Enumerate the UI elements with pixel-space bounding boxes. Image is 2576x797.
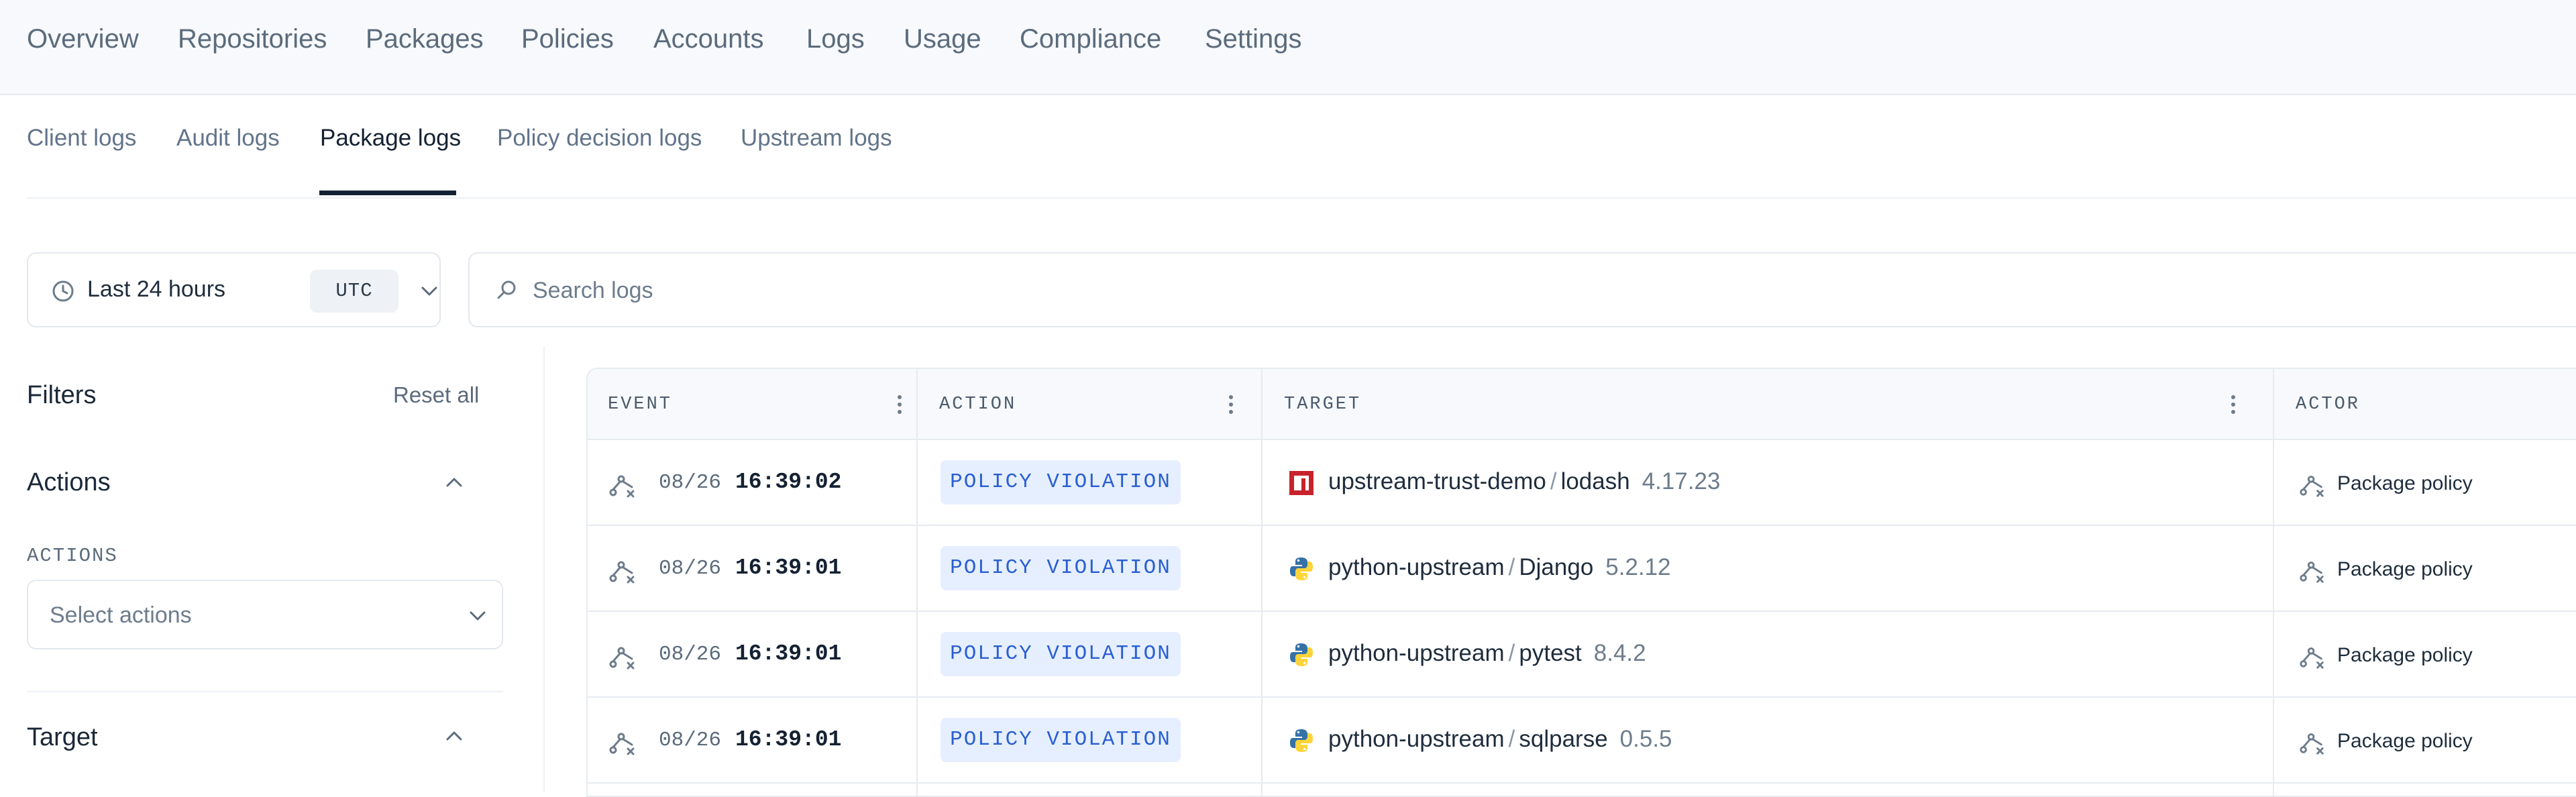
search-placeholder: Search logs [533, 278, 653, 303]
nav-item-usage[interactable]: Usage [904, 24, 981, 54]
column-header-label: ACTOR [2296, 394, 2361, 415]
target-version: 5.2.12 [1605, 554, 1671, 580]
event-time: 16:39:01 [735, 555, 842, 580]
target-repo: python-upstream [1328, 640, 1505, 666]
action-badge: POLICY VIOLATION [941, 632, 1181, 676]
column-header-label: TARGET [1284, 394, 1362, 415]
target-repo: python-upstream [1328, 726, 1505, 752]
kebab-menu-icon[interactable] [896, 394, 903, 415]
nav-item-settings[interactable]: Settings [1205, 24, 1302, 54]
chevron-up-icon[interactable] [443, 725, 466, 747]
event-date: 08/26 [659, 729, 722, 752]
target-package: sqlparse [1519, 726, 1608, 752]
actions-select-placeholder: Select actions [50, 602, 192, 628]
nav-item-packages[interactable]: Packages [366, 24, 484, 54]
table-row[interactable]: 08/26 16:39:02 POLICY VIOLATION upstream… [588, 440, 2576, 526]
target-version: 4.17.23 [1642, 468, 1721, 494]
actor-label: Package policy [2337, 472, 2473, 494]
target-version: 0.5.5 [1619, 726, 1672, 752]
policy-event-icon [609, 647, 635, 670]
python-icon [1290, 729, 1313, 752]
target-repo: python-upstream [1328, 554, 1505, 580]
active-tab-indicator [319, 191, 456, 195]
actor-label: Package policy [2337, 730, 2473, 752]
target-version: 8.4.2 [1593, 640, 1646, 666]
event-time: 16:39:01 [735, 727, 842, 752]
tab-audit-logs[interactable]: Audit logs [176, 125, 280, 152]
target-repo: upstream-trust-demo [1328, 468, 1546, 494]
target-section-toggle[interactable]: Target [27, 723, 98, 752]
action-badge: POLICY VIOLATION [941, 718, 1181, 762]
event-date: 08/26 [659, 643, 722, 666]
event-time: 16:39:02 [735, 470, 842, 494]
target-package: pytest [1519, 640, 1582, 666]
table-row[interactable]: 08/26 16:39:01 POLICY VIOLATION python-u… [588, 698, 2576, 784]
nav-item-policies[interactable]: Policies [521, 24, 614, 54]
nav-item-accounts[interactable]: Accounts [653, 24, 764, 54]
python-icon [1290, 557, 1313, 580]
nav-item-logs[interactable]: Logs [806, 24, 865, 54]
tab-package-logs[interactable]: Package logs [320, 125, 461, 152]
policy-event-icon [609, 561, 635, 584]
column-header-target[interactable]: TARGET [1284, 369, 2237, 440]
target-link[interactable]: python-upstream / Django 5.2.12 [1328, 554, 1671, 581]
column-header-label: ACTION [939, 394, 1017, 415]
target-link[interactable]: python-upstream / sqlparse 0.5.5 [1328, 726, 1672, 753]
filters-title: Filters [27, 381, 97, 409]
python-icon [1290, 643, 1313, 666]
actions-select[interactable]: Select actions [27, 580, 503, 649]
clock-icon [52, 280, 74, 302]
table-header: EVENT ACTION TARGET ACTOR [588, 369, 2576, 440]
reset-all-button[interactable]: Reset all [393, 382, 479, 408]
event-date: 08/26 [659, 471, 722, 494]
policy-icon [2300, 562, 2324, 583]
actor-label: Package policy [2337, 644, 2473, 666]
log-type-tabs: Client logs Audit logs Package logs Poli… [0, 95, 2576, 199]
top-navigation: Overview Repositories Packages Policies … [0, 0, 2576, 95]
target-package: lodash [1560, 468, 1630, 494]
column-header-event[interactable]: EVENT [608, 369, 903, 440]
chevron-down-icon [421, 286, 437, 296]
search-icon [497, 280, 516, 299]
sidebar-separator [543, 346, 545, 792]
kebab-menu-icon[interactable] [1228, 394, 1234, 415]
table-row[interactable]: 08/26 16:39:01 POLICY VIOLATION python-u… [588, 612, 2576, 698]
column-header-actor[interactable]: ACTOR [2296, 369, 2564, 440]
nav-item-compliance[interactable]: Compliance [1020, 24, 1161, 54]
actor-label: Package policy [2337, 558, 2473, 580]
policy-icon [2300, 647, 2324, 669]
actions-section-toggle[interactable]: Actions [27, 468, 111, 497]
column-header-action[interactable]: ACTION [939, 369, 1234, 440]
action-badge: POLICY VIOLATION [941, 546, 1181, 590]
tab-policy-decision-logs[interactable]: Policy decision logs [497, 125, 702, 152]
divider [27, 197, 2576, 199]
time-range-picker[interactable]: Last 24 hours UTC [27, 252, 441, 327]
policy-icon [2300, 733, 2324, 755]
package-logs-table: EVENT ACTION TARGET ACTOR 08/26 16:39:02… [586, 368, 2576, 797]
time-range-label: Last 24 hours [87, 276, 226, 302]
policy-icon [2300, 476, 2324, 497]
nav-item-overview[interactable]: Overview [27, 24, 139, 54]
timezone-badge[interactable]: UTC [310, 270, 398, 313]
table-row[interactable]: 08/26 16:39:01 POLICY VIOLATION python-u… [588, 526, 2576, 612]
event-date: 08/26 [659, 557, 722, 580]
column-header-label: EVENT [608, 394, 673, 415]
event-time: 16:39:01 [735, 641, 842, 666]
nav-item-repositories[interactable]: Repositories [178, 24, 327, 54]
chevron-down-icon [470, 611, 486, 621]
kebab-menu-icon[interactable] [2230, 394, 2237, 415]
action-badge: POLICY VIOLATION [941, 460, 1181, 504]
target-package: Django [1519, 554, 1594, 580]
search-input[interactable]: Search logs [468, 252, 2576, 327]
divider [27, 691, 503, 692]
actions-field-label: ACTIONS [27, 545, 118, 567]
tab-client-logs[interactable]: Client logs [27, 125, 136, 152]
npm-icon [1289, 471, 1313, 495]
target-link[interactable]: python-upstream / pytest 8.4.2 [1328, 640, 1646, 667]
chevron-up-icon[interactable] [443, 471, 466, 494]
tab-upstream-logs[interactable]: Upstream logs [741, 125, 892, 152]
policy-event-icon [609, 475, 635, 498]
target-link[interactable]: upstream-trust-demo / lodash 4.17.23 [1328, 468, 1720, 495]
policy-event-icon [609, 733, 635, 755]
